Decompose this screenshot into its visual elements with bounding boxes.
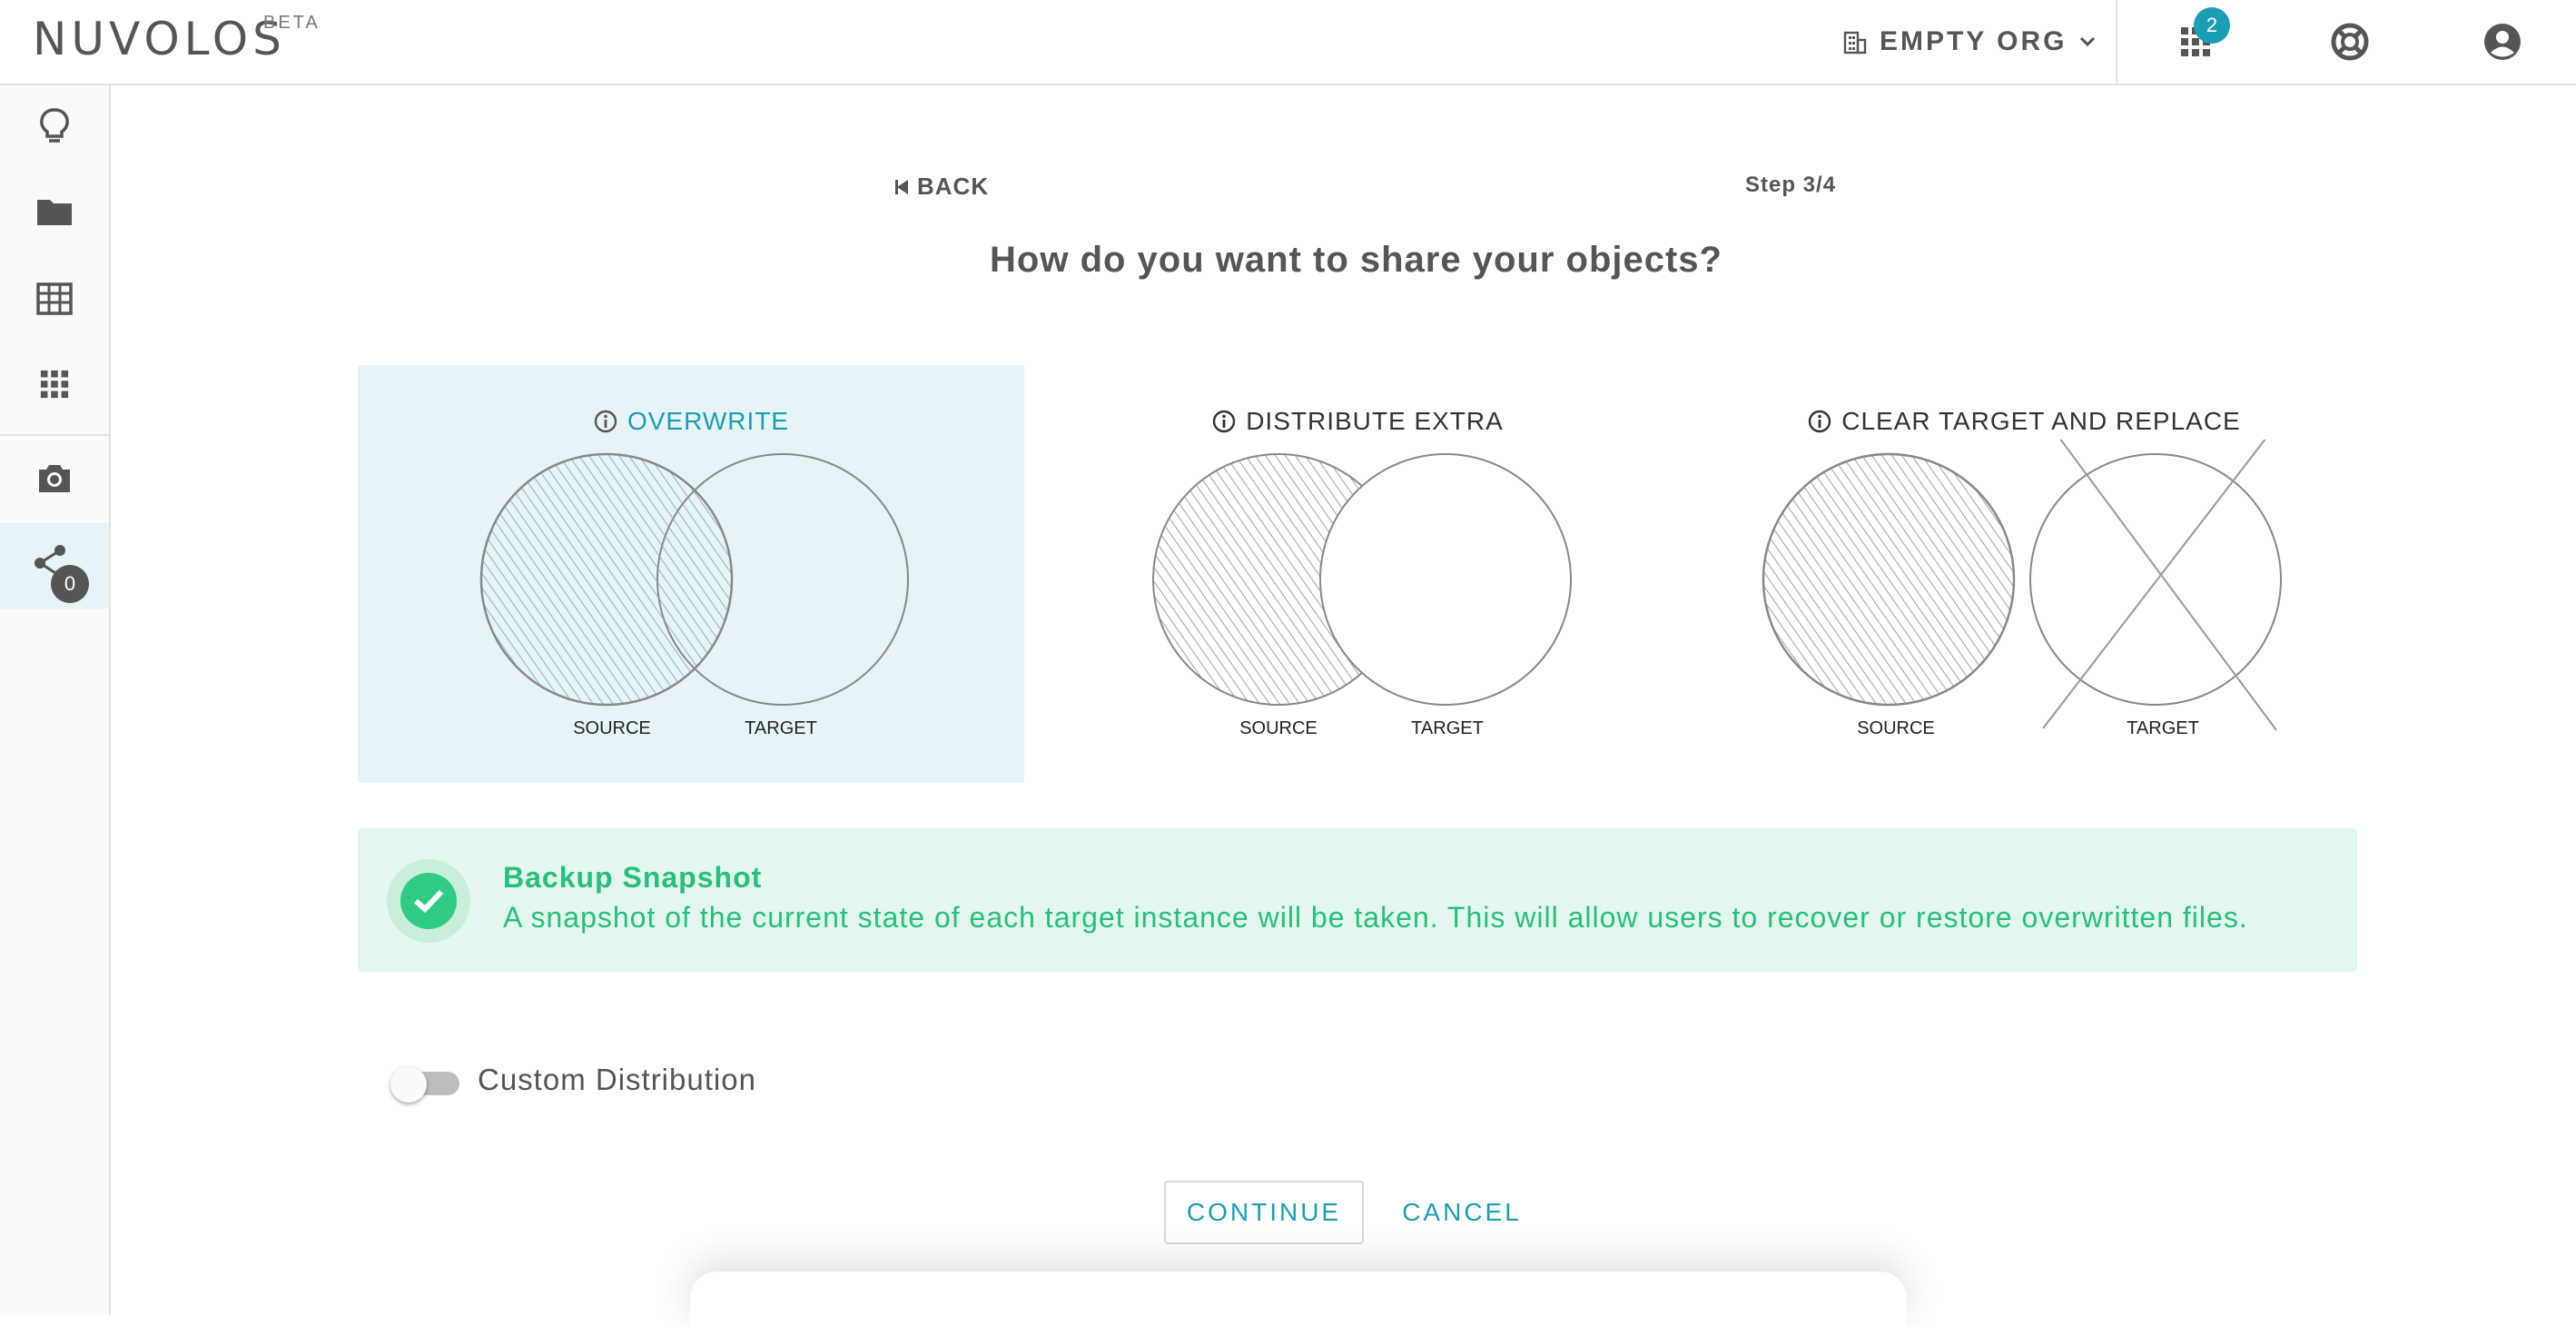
clear-target-diagram: SOURCE TARGET (1762, 440, 2282, 738)
account-button[interactable] (2479, 18, 2526, 65)
source-label: SOURCE (1239, 718, 1318, 738)
sidebar-item-insights[interactable] (0, 84, 109, 169)
help-button[interactable] (2326, 18, 2374, 65)
step-indicator: Step 3/4 (1745, 173, 1837, 197)
option-title: CLEAR TARGET AND REPLACE (1691, 407, 2357, 436)
option-title-text: OVERWRITE (627, 407, 790, 435)
source-label: SOURCE (1857, 718, 1935, 738)
bottom-panel-edge (690, 1272, 1907, 1326)
share-count-badge: 0 (51, 565, 89, 603)
option-title-text: CLEAR TARGET AND REPLACE (1841, 407, 2241, 435)
check-circle (400, 873, 457, 929)
continue-button[interactable]: CONTINUE (1164, 1181, 1364, 1244)
target-label: TARGET (1411, 718, 1484, 738)
account-icon (2484, 24, 2521, 60)
option-overwrite[interactable]: OVERWRITE SOURCE TARGET (358, 365, 1024, 783)
org-name: EMPTY ORG (1880, 26, 2068, 56)
info-icon[interactable] (1807, 409, 1832, 434)
snapshot-title: Backup Snapshot (503, 861, 763, 894)
lightbulb-icon (40, 108, 69, 143)
beta-label: BETA (263, 13, 321, 33)
custom-distribution-label: Custom Distribution (478, 1063, 756, 1096)
option-title: OVERWRITE (358, 407, 1024, 436)
camera-icon (39, 465, 70, 492)
apps-badge: 2 (2194, 7, 2230, 44)
option-clear-target-replace[interactable]: CLEAR TARGET AND REPLACE SOURCE TARGET (1691, 365, 2357, 783)
back-arrow-icon (895, 179, 908, 194)
help-lifebuoy-icon (2331, 23, 2369, 61)
brand-logo[interactable]: NUVOLOS (33, 13, 286, 65)
cancel-button[interactable]: CANCEL (1387, 1181, 1536, 1244)
option-title-text: DISTRIBUTE EXTRA (1246, 407, 1504, 435)
sidebar-item-snapshots[interactable] (0, 436, 109, 521)
check-icon (413, 889, 444, 914)
table-icon (36, 282, 73, 315)
sidebar-item-applications[interactable] (0, 341, 109, 427)
custom-distribution-toggle[interactable] (390, 1066, 463, 1103)
chevron-down-icon (2080, 36, 2096, 47)
check-badge (387, 859, 470, 943)
top-separator (2116, 0, 2117, 84)
top-bar: NUVOLOS BETA EMPTY ORG 2 (0, 0, 2576, 85)
option-title: DISTRIBUTE EXTRA (1024, 407, 1691, 436)
distribute-extra-diagram: SOURCE TARGET (1152, 453, 1572, 738)
org-selector[interactable]: EMPTY ORG (1843, 22, 2096, 62)
folder-icon (37, 200, 72, 225)
building-icon (1843, 31, 1867, 54)
source-label: SOURCE (573, 718, 651, 738)
backup-snapshot-notice: Backup Snapshot A snapshot of the curren… (358, 828, 2357, 972)
sidebar-item-distribute[interactable]: 0 (0, 523, 109, 609)
toggle-knob (390, 1066, 427, 1103)
option-distribute-extra[interactable]: DISTRIBUTE EXTRA SOURCE TARGET (1024, 365, 1691, 783)
back-label: BACK (917, 173, 990, 200)
info-icon[interactable] (1211, 409, 1237, 434)
info-icon[interactable] (593, 409, 618, 434)
apps-icon (40, 370, 69, 399)
target-label: TARGET (2127, 718, 2199, 738)
page-question: How do you want to share your objects? (990, 240, 1722, 280)
target-label: TARGET (745, 718, 817, 738)
snapshot-description: A snapshot of the current state of each … (503, 901, 2248, 934)
overwrite-diagram: SOURCE TARGET (479, 452, 909, 738)
back-button[interactable]: BACK (893, 173, 989, 201)
